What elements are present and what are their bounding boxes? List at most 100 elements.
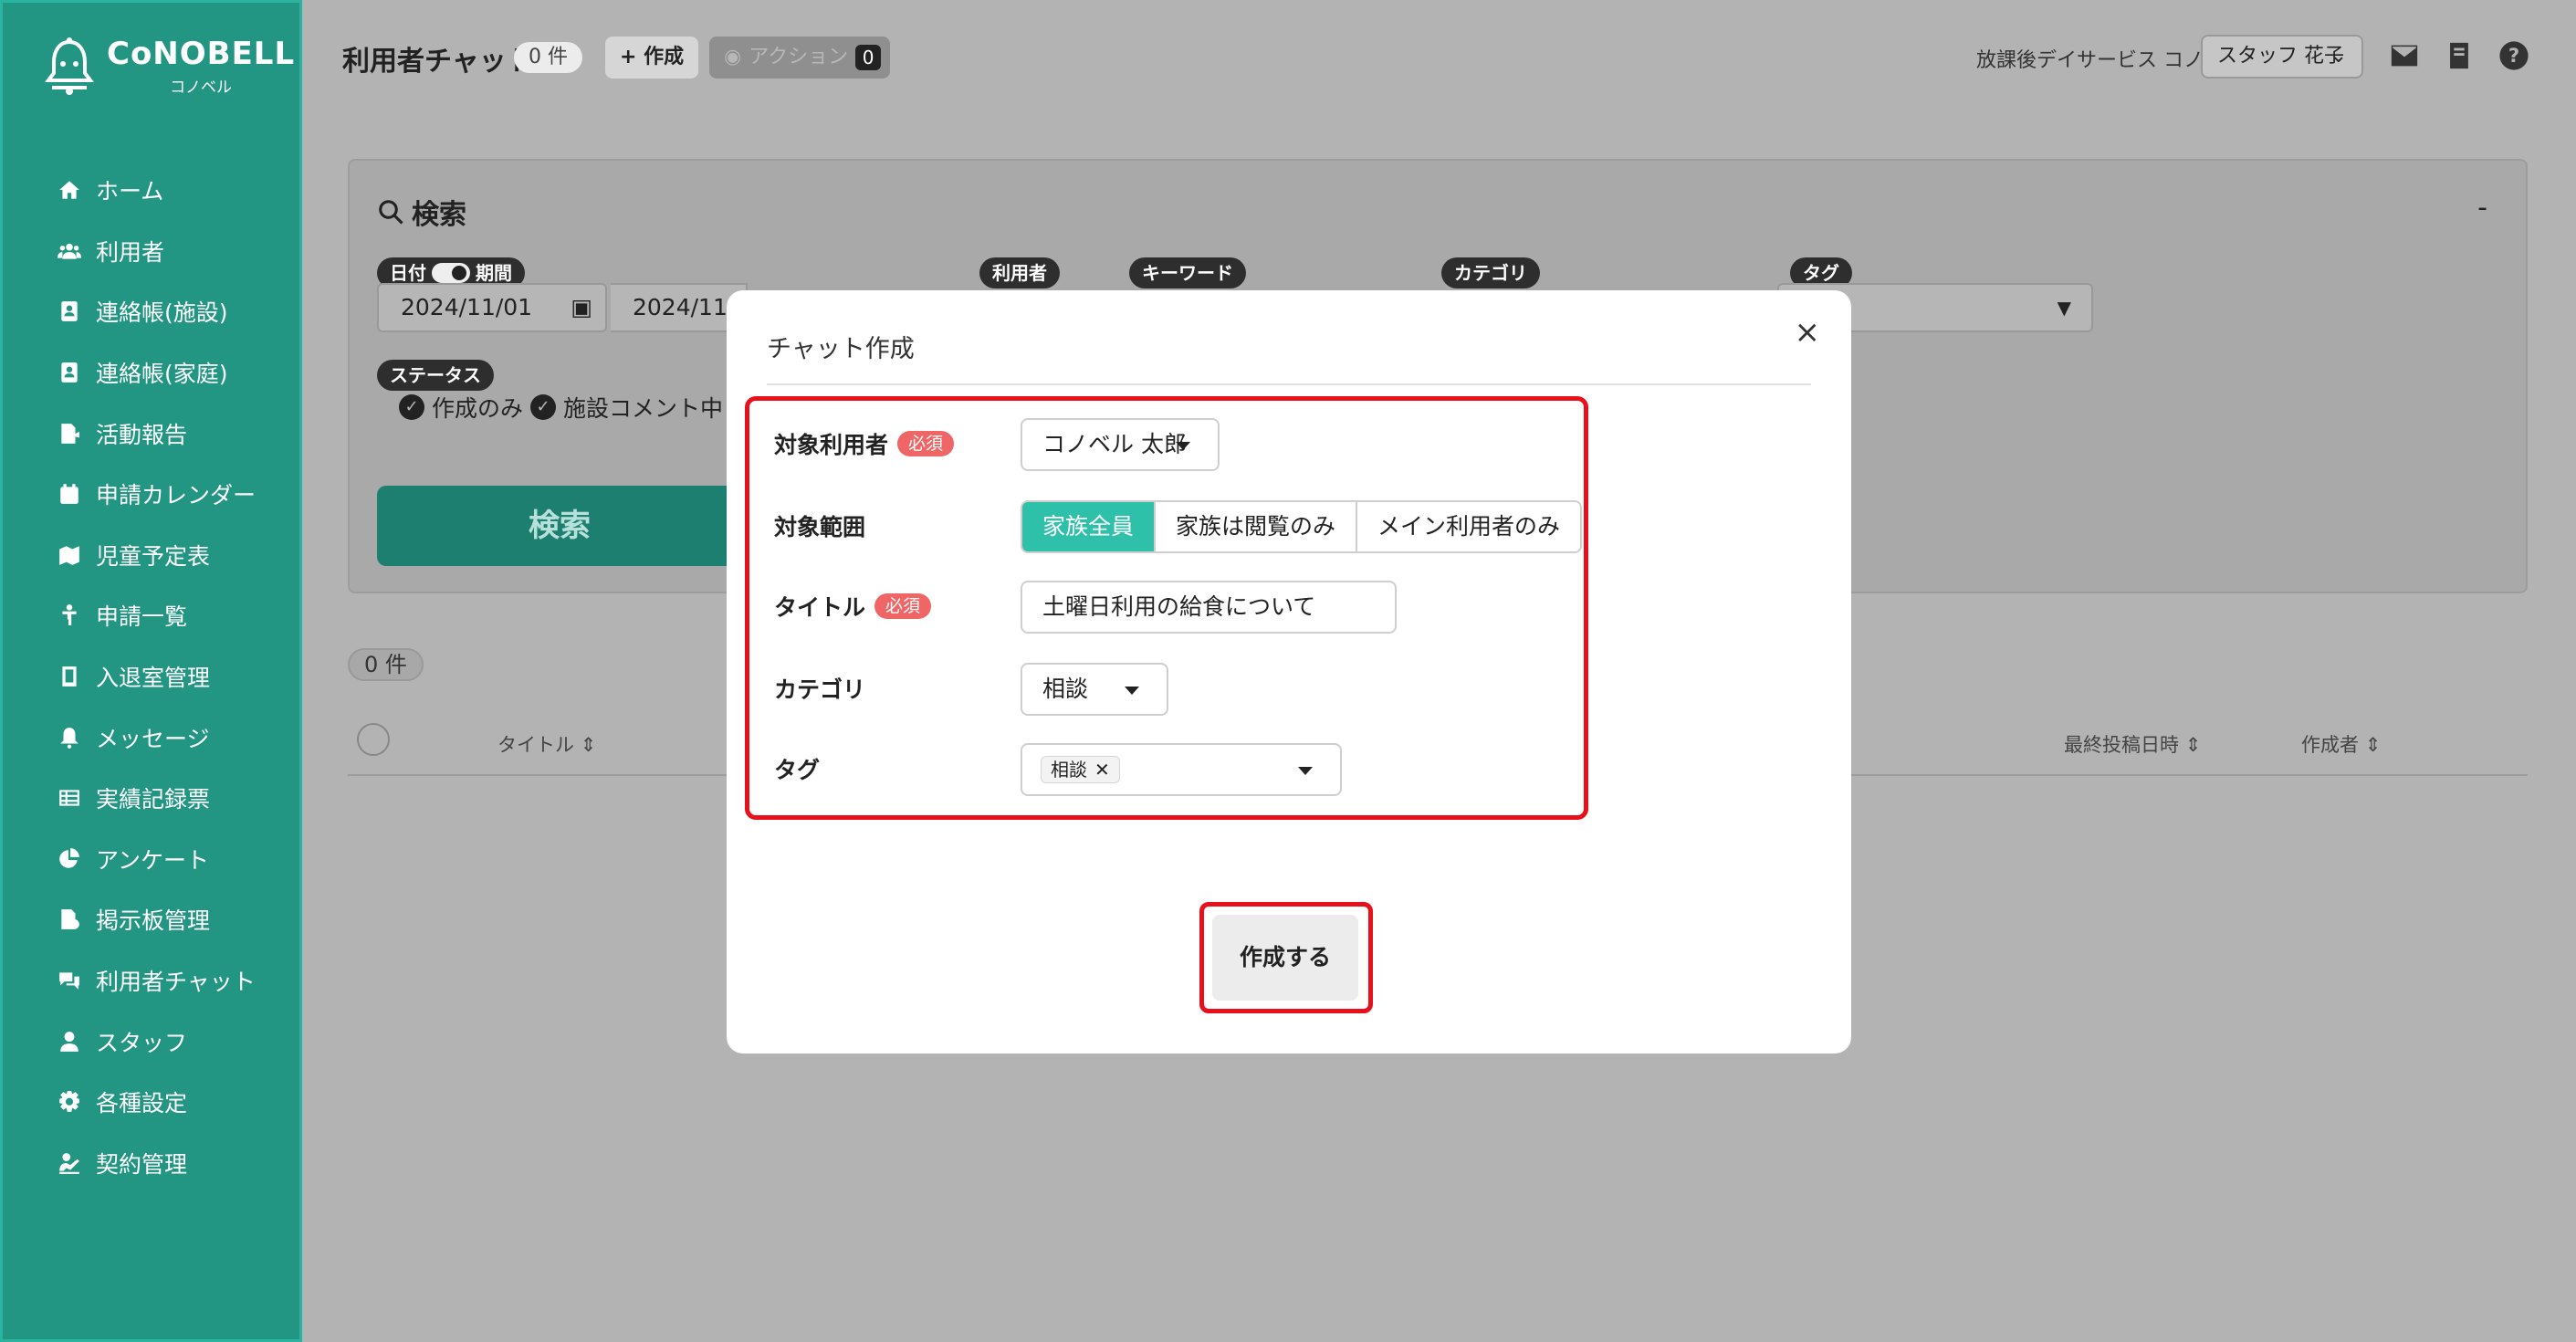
sidebar-item-contact-home[interactable]: 連絡帳(家庭)	[56, 342, 256, 404]
status-option-label: 作成のみ	[432, 395, 524, 422]
sidebar-item-label: 各種設定	[96, 1090, 188, 1117]
select-all-checkbox[interactable]	[357, 723, 390, 756]
title-input[interactable]: 土曜日利用の給食について	[1021, 581, 1397, 634]
category-label: カテゴリ	[774, 672, 865, 705]
caret-down-icon: ▼	[2057, 297, 2071, 319]
column-title-label: タイトル	[497, 734, 574, 756]
collapse-button[interactable]: -	[2477, 192, 2487, 224]
category-select[interactable]: 相談	[1021, 663, 1168, 716]
report-icon	[56, 420, 83, 447]
target-user-select[interactable]: コノベル 太郎	[1021, 418, 1220, 471]
sidebar-item-records[interactable]: 実績記録票	[56, 768, 256, 829]
sidebar-item-child-schedule[interactable]: 児童予定表	[56, 525, 256, 586]
tag-chip: 相談 ✕	[1041, 756, 1120, 783]
category-value: 相談	[1042, 676, 1089, 702]
sidebar-item-settings[interactable]: 各種設定	[56, 1072, 256, 1133]
column-title[interactable]: タイトル ⇕	[497, 730, 596, 758]
column-author[interactable]: 作成者 ⇕	[2301, 730, 2381, 758]
action-count-badge: 0	[855, 45, 882, 70]
create-label: 作成	[644, 46, 685, 68]
search-button[interactable]: 検索	[377, 486, 742, 566]
target-user-label-text: 対象利用者	[774, 432, 889, 458]
child-icon	[56, 602, 83, 629]
scope-option-all-family[interactable]: 家族全員	[1022, 502, 1157, 551]
sidebar-item-contact-facility[interactable]: 連絡帳(施設)	[56, 281, 256, 342]
toggle-switch[interactable]	[432, 263, 470, 283]
sidebar-item-request-list[interactable]: 申請一覧	[56, 585, 256, 646]
submit-create-button[interactable]: 作成する	[1212, 915, 1358, 1001]
plus-icon: +	[620, 46, 644, 68]
scope-segmented-control: 家族全員 家族は閲覧のみ メイン利用者のみ	[1021, 500, 1583, 553]
action-label: アクション	[749, 46, 849, 68]
brand-sub: コノベル	[170, 79, 233, 97]
date-from-input[interactable]: 2024/11/01 ▣	[377, 283, 607, 332]
check-icon: ✓	[530, 394, 556, 420]
sort-icon: ⇕	[580, 734, 597, 756]
pie-chart-icon	[56, 845, 83, 873]
mail-icon[interactable]	[2387, 38, 2422, 73]
sidebar-item-label: 児童予定表	[96, 542, 211, 570]
chat-icon	[56, 967, 83, 994]
required-badge: 必須	[897, 431, 955, 456]
svg-text:?: ?	[2508, 45, 2519, 68]
top-bar: 利用者チャット 0 件 + 作成 ◉ アクション 0 放課後デイサービス コノベ…	[302, 0, 2576, 110]
date-to-value: 2024/11/	[633, 294, 736, 320]
sidebar-item-request-calendar[interactable]: 申請カレンダー	[56, 464, 256, 525]
brand-name: CoNOBELL	[107, 36, 296, 72]
status-option-label: 施設コメント中	[563, 395, 724, 422]
caret-down-icon	[1176, 442, 1190, 450]
bell-icon	[56, 724, 83, 751]
sidebar-item-home[interactable]: ホーム	[56, 160, 256, 221]
sidebar-item-label: スタッフ	[96, 1029, 188, 1056]
status-option-created-only[interactable]: ✓ 作成のみ	[399, 391, 523, 424]
sidebar-item-survey[interactable]: アンケート	[56, 829, 256, 890]
scope-option-family-view-only[interactable]: 家族は閲覧のみ	[1156, 502, 1358, 551]
search-title: 検索	[377, 192, 466, 232]
sort-icon: ⇕	[2364, 734, 2382, 756]
target-user-value: コノベル 太郎	[1042, 431, 1187, 457]
close-icon[interactable]: ×	[1795, 314, 1821, 351]
modal-title: チャット作成	[767, 335, 915, 363]
create-chat-button[interactable]: + 作成	[605, 37, 699, 79]
tag-label-text: タグ	[774, 757, 821, 783]
sidebar-item-users[interactable]: 利用者	[56, 221, 256, 282]
sidebar-item-label: 掲示板管理	[96, 907, 211, 935]
category-filter-label: カテゴリ	[1441, 257, 1540, 288]
table-icon	[56, 784, 83, 812]
sort-icon: ⇕	[2184, 734, 2202, 756]
target-user-label: 対象利用者 必須	[774, 427, 955, 460]
sidebar-item-attendance[interactable]: 入退室管理	[56, 646, 256, 708]
schedule-icon	[56, 541, 83, 569]
help-icon[interactable]: ?	[2497, 38, 2531, 73]
column-last-post[interactable]: 最終投稿日時 ⇕	[2064, 730, 2201, 758]
sidebar-item-user-chat[interactable]: 利用者チャット	[56, 950, 256, 1012]
sidebar: CoNOBELL コノベル ホーム 利用者 連絡帳(施設) 連絡帳(家庭) 活動…	[0, 0, 302, 1342]
scope-option-main-user-only[interactable]: メイン利用者のみ	[1357, 502, 1581, 551]
brand-logo[interactable]: CoNOBELL コノベル	[43, 36, 295, 97]
results-count: 0 件	[348, 648, 424, 681]
sidebar-item-label: アンケート	[96, 846, 210, 874]
sidebar-item-staff[interactable]: スタッフ	[56, 1011, 256, 1072]
sidebar-item-message[interactable]: メッセージ	[56, 707, 256, 768]
action-button[interactable]: ◉ アクション 0	[709, 37, 891, 79]
sidebar-item-activity[interactable]: 活動報告	[56, 403, 256, 464]
users-icon	[56, 237, 83, 265]
sidebar-item-label: 連絡帳(施設)	[96, 299, 228, 327]
sidebar-item-label: 実績記録票	[96, 786, 211, 813]
action-icon: ◉	[724, 46, 742, 68]
remove-tag-icon[interactable]: ✕	[1094, 757, 1110, 782]
status-option-facility-commenting[interactable]: ✓ 施設コメント中	[530, 391, 723, 424]
tag-chip-label: 相談	[1051, 759, 1087, 781]
keyword-filter-label: キーワード	[1129, 257, 1246, 288]
calendar-icon: ▣	[571, 294, 592, 320]
sidebar-item-label: 活動報告	[96, 421, 188, 448]
search-icon	[379, 200, 403, 225]
tag-multiselect[interactable]: 相談 ✕	[1021, 743, 1342, 796]
staff-select[interactable]: スタッフ 花子 ⌄	[2201, 35, 2363, 79]
staff-icon	[56, 1028, 83, 1055]
manual-book-icon[interactable]	[2442, 38, 2477, 73]
scope-label: 対象範囲	[774, 509, 865, 542]
contract-icon	[56, 1149, 83, 1177]
sidebar-item-board[interactable]: 掲示板管理	[56, 889, 256, 950]
sidebar-item-contract[interactable]: 契約管理	[56, 1133, 256, 1194]
